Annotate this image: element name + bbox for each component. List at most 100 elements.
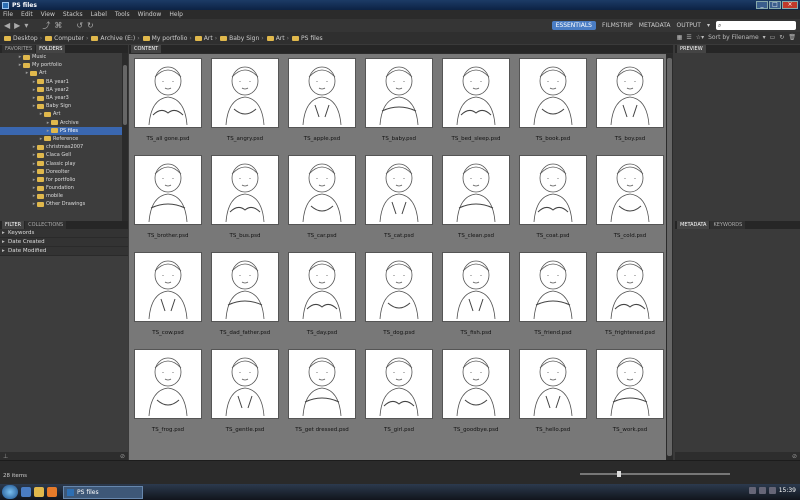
maximize-button[interactable]: □ [769,1,781,9]
file-thumbnail[interactable]: TS_work.psd [594,347,666,442]
sort-dropdown[interactable]: Sort by Filename [708,34,759,41]
file-thumbnail[interactable]: TS_goodbye.psd [440,347,512,442]
breadcrumb-baby-sign[interactable]: Baby Sign › [220,35,264,42]
file-thumbnail[interactable]: TS_dog.psd [363,250,435,345]
folder-tree-item[interactable]: ▸ BA year2 [0,86,128,94]
file-thumbnail[interactable]: TS_frog.psd [132,347,204,442]
file-thumbnail[interactable]: TS_girl.psd [363,347,435,442]
menu-window[interactable]: Window [138,11,162,18]
network-icon[interactable] [748,487,756,494]
start-button[interactable] [2,485,18,499]
volume-icon[interactable] [758,487,766,494]
minimize-button[interactable]: _ [756,1,768,9]
file-thumbnail[interactable]: TS_baby.psd [363,56,435,151]
menu-tools[interactable]: Tools [115,11,130,18]
tab-filter[interactable]: FILTER [2,221,25,229]
folder-tree-item[interactable]: ▸ Art [0,110,128,118]
menu-file[interactable]: File [3,11,13,18]
folder-tree-item[interactable]: ▸ BA year1 [0,78,128,86]
scrollbar-thumb[interactable] [123,65,127,125]
file-thumbnail[interactable]: TS_cow.psd [132,250,204,345]
rotate-right-icon[interactable]: ↻ [87,21,94,30]
sort-dropdown-icon[interactable]: ▾ [763,34,766,41]
folder-tree-item[interactable]: ▸ Baby Sign [0,102,128,110]
new-folder-icon[interactable]: ▭ [770,34,776,41]
folder-tree-item[interactable]: ▸ My portfolio [0,61,128,69]
file-thumbnail[interactable]: TS_bed_sleep.psd [440,56,512,151]
folder-tree-item[interactable]: ▸ Art [0,69,128,77]
workspace-essentials[interactable]: ESSENTIALS [551,21,596,30]
file-thumbnail[interactable]: TS_cold.psd [594,153,666,248]
history-dropdown-icon[interactable]: ▾ [24,21,28,30]
menu-stacks[interactable]: Stacks [63,11,83,18]
close-button[interactable]: × [782,1,798,9]
folder-tree-item[interactable]: ▸ BA year3 [0,94,128,102]
file-thumbnail[interactable]: TS_clean.psd [440,153,512,248]
file-thumbnail[interactable]: TS_hello.psd [517,347,589,442]
clear-filter-icon[interactable]: ⊘ [120,453,125,460]
tab-content[interactable]: CONTENT [131,45,162,53]
task-ps-files[interactable]: PS files [63,485,143,499]
breadcrumb-desktop[interactable]: Desktop › [4,35,42,42]
scrollbar-thumb[interactable] [667,58,672,456]
file-thumbnail[interactable]: TS_apple.psd [286,56,358,151]
go-up-icon[interactable]: ⤴ [42,20,50,31]
folder-tree-item[interactable]: ▸ mobile [0,192,128,200]
menu-label[interactable]: Label [91,11,107,18]
folder-tree-item[interactable]: ▸ Archive [0,119,128,127]
list-view-icon[interactable]: ☰ [686,34,691,41]
tab-favorites[interactable]: FAVORITES [2,45,36,53]
folder-tree-item[interactable]: ▸ Classic play [0,159,128,167]
folder-tree-item[interactable]: ▸ PS files [0,126,128,135]
filter-date-modified[interactable]: ▸ Date Modified [0,247,128,256]
folder-tree-item[interactable]: ▸ Music [0,53,128,61]
folder-tree-item[interactable]: ▸ Other Drawings [0,200,128,208]
file-thumbnail[interactable]: TS_frightened.psd [594,250,666,345]
folder-tree-scrollbar[interactable] [122,53,128,223]
search-input[interactable]: ⌕ [716,21,796,30]
workspace-metadata[interactable]: METADATA [639,22,671,29]
browser-icon[interactable] [47,487,57,497]
filter-keywords[interactable]: ▸ Keywords [0,229,128,238]
breadcrumb-computer[interactable]: Computer › [45,35,88,42]
file-thumbnail[interactable]: TS_cat.psd [363,153,435,248]
file-thumbnail[interactable]: TS_dad_father.psd [209,250,281,345]
explorer-icon[interactable] [34,487,44,497]
tab-metadata[interactable]: METADATA [677,221,710,229]
pin-icon[interactable]: ⊥ [3,453,8,460]
file-thumbnail[interactable]: TS_gentle.psd [209,347,281,442]
file-thumbnail[interactable]: TS_friend.psd [517,250,589,345]
breadcrumb-art[interactable]: Art › [194,35,217,42]
file-thumbnail[interactable]: TS_angry.psd [209,56,281,151]
breadcrumb-art-2[interactable]: Art › [266,35,289,42]
folder-tree-item[interactable]: ▸ for portfolio [0,176,128,184]
file-thumbnail[interactable]: TS_get dressed.psd [286,347,358,442]
grid-view-icon[interactable]: ▦ [677,34,683,41]
file-thumbnail[interactable]: TS_all gone.psd [132,56,204,151]
content-scrollbar[interactable] [666,54,673,460]
file-thumbnail[interactable]: TS_bus.psd [209,153,281,248]
file-thumbnail[interactable]: TS_day.psd [286,250,358,345]
slider-knob[interactable] [616,471,621,477]
tab-folders[interactable]: FOLDERS [36,45,66,53]
forward-arrow-icon[interactable]: ▶ [14,21,20,30]
file-thumbnail[interactable]: TS_book.psd [517,56,589,151]
filter-date-created[interactable]: ▸ Date Created [0,238,128,247]
rotate-left-icon[interactable]: ↺ [76,21,83,30]
file-thumbnail[interactable]: TS_car.psd [286,153,358,248]
trash-icon[interactable]: 🗑 [788,34,796,41]
folder-tree-item[interactable]: ▸ Reference [0,135,128,143]
breadcrumb-ps-files[interactable]: PS files [292,35,323,42]
menu-view[interactable]: View [41,11,55,18]
file-thumbnail[interactable]: TS_brother.psd [132,153,204,248]
menu-edit[interactable]: Edit [21,11,33,18]
workspace-output[interactable]: OUTPUT [677,22,701,29]
clear-icon[interactable]: ⊘ [792,453,797,460]
clock[interactable]: 15:39 [779,487,796,494]
power-icon[interactable] [768,487,776,494]
show-desktop-icon[interactable] [21,487,31,497]
folder-tree-item[interactable]: ▸ christmas2007 [0,143,128,151]
folder-tree-item[interactable]: ▸ Foundation [0,184,128,192]
tab-keywords[interactable]: KEYWORDS [710,221,746,229]
tab-preview[interactable]: PREVIEW [677,45,706,53]
